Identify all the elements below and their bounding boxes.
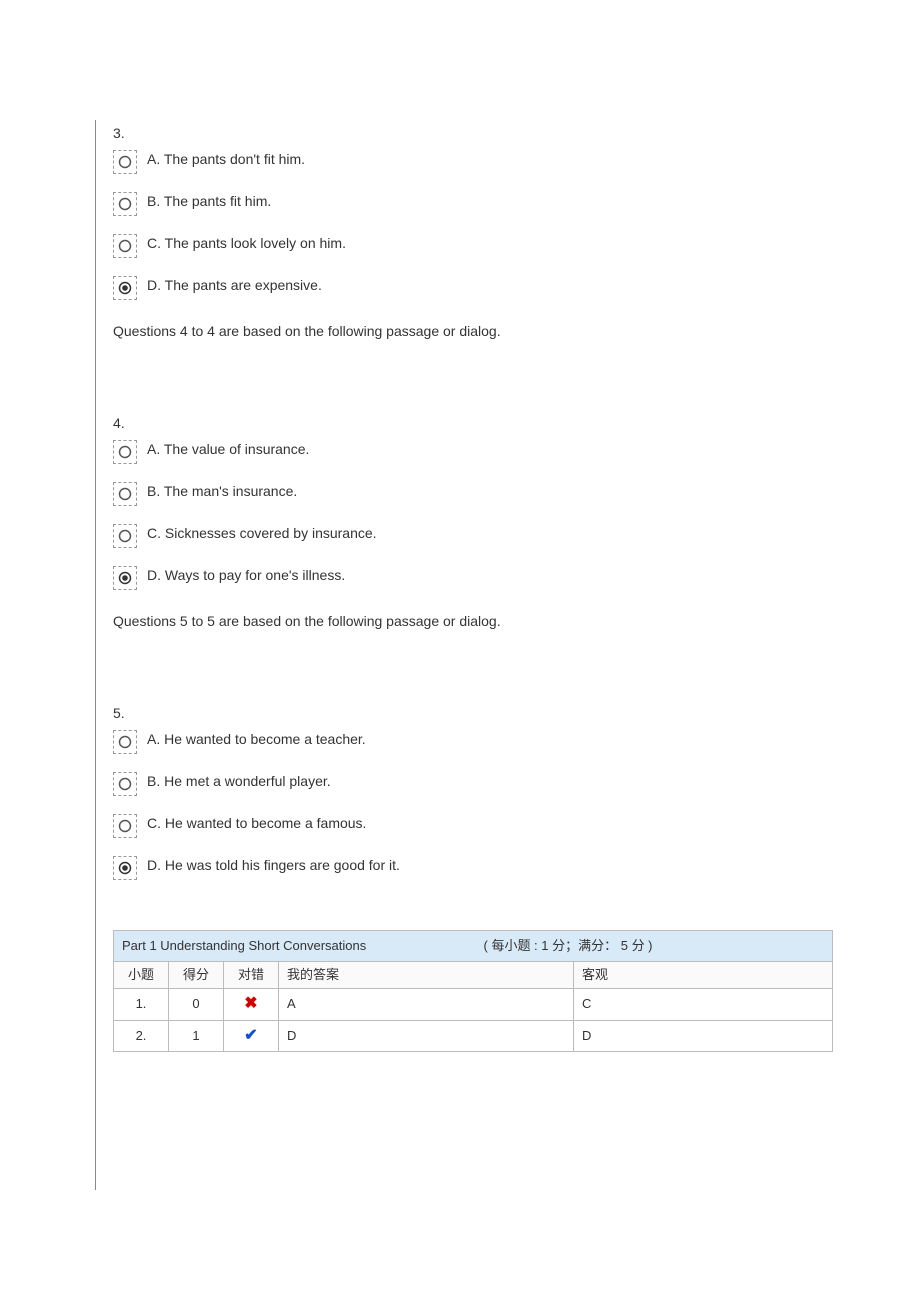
q3-option-a[interactable]: A. The pants don't fit him. [113, 150, 833, 174]
cell-correct: ✔ [224, 1020, 279, 1051]
results-title-left: Part 1 Understanding Short Conversations [122, 938, 366, 953]
q5-option-b[interactable]: B. He met a wonderful player. [113, 772, 833, 796]
passage-note-5: Questions 5 to 5 are based on the follow… [113, 608, 563, 635]
cell-correct: ✖ [224, 989, 279, 1020]
radio-unselected-icon [113, 524, 137, 548]
header-correct: 对错 [224, 962, 279, 989]
radio-selected-icon [113, 276, 137, 300]
questions-content: 3. A. The pants don't fit him. B. The pa… [113, 116, 833, 1052]
option-label: C. The pants look lovely on him. [147, 234, 346, 254]
q5-option-c[interactable]: C. He wanted to become a famous. [113, 814, 833, 838]
radio-selected-icon [113, 566, 137, 590]
radio-unselected-icon [113, 440, 137, 464]
option-label: B. The man's insurance. [147, 482, 297, 502]
cell-score: 1 [169, 1020, 224, 1051]
cell-question: 1. [114, 989, 169, 1020]
passage-note-4: Questions 4 to 4 are based on the follow… [113, 318, 563, 345]
table-row: 1. 0 ✖ A C [114, 989, 833, 1020]
cell-objective: D [574, 1020, 833, 1051]
radio-unselected-icon [113, 772, 137, 796]
radio-unselected-icon [113, 192, 137, 216]
option-label: B. He met a wonderful player. [147, 772, 331, 792]
header-my-answer: 我的答案 [279, 962, 574, 989]
table-row: 2. 1 ✔ D D [114, 1020, 833, 1051]
check-icon: ✔ [244, 1027, 257, 1044]
option-label: C. He wanted to become a famous. [147, 814, 366, 834]
radio-selected-icon [113, 856, 137, 880]
cross-icon: ✖ [244, 995, 257, 1012]
left-margin-rule [95, 120, 96, 1190]
option-label: C. Sicknesses covered by insurance. [147, 524, 377, 544]
header-objective: 客观 [574, 962, 833, 989]
radio-unselected-icon [113, 150, 137, 174]
q3-option-c[interactable]: C. The pants look lovely on him. [113, 234, 833, 258]
option-label: A. The pants don't fit him. [147, 150, 305, 170]
cell-score: 0 [169, 989, 224, 1020]
radio-unselected-icon [113, 234, 137, 258]
option-label: D. He was told his fingers are good for … [147, 856, 400, 876]
q5-option-d[interactable]: D. He was told his fingers are good for … [113, 856, 833, 880]
radio-unselected-icon [113, 482, 137, 506]
cell-objective: C [574, 989, 833, 1020]
option-label: D. Ways to pay for one's illness. [147, 566, 345, 586]
question-number-4: 4. [113, 414, 833, 434]
radio-unselected-icon [113, 814, 137, 838]
q4-option-a[interactable]: A. The value of insurance. [113, 440, 833, 464]
cell-my-answer: D [279, 1020, 574, 1051]
results-title-right: ( 每小题 : 1 分；满分： 5 分 ) [484, 938, 653, 953]
q3-option-b[interactable]: B. The pants fit him. [113, 192, 833, 216]
option-label: D. The pants are expensive. [147, 276, 322, 296]
header-question: 小题 [114, 962, 169, 989]
option-label: A. The value of insurance. [147, 440, 309, 460]
cell-question: 2. [114, 1020, 169, 1051]
question-number-3: 3. [113, 124, 833, 144]
q4-option-d[interactable]: D. Ways to pay for one's illness. [113, 566, 833, 590]
q4-option-c[interactable]: C. Sicknesses covered by insurance. [113, 524, 833, 548]
radio-unselected-icon [113, 730, 137, 754]
cell-my-answer: A [279, 989, 574, 1020]
results-table: Part 1 Understanding Short Conversations… [113, 930, 833, 1052]
q4-option-b[interactable]: B. The man's insurance. [113, 482, 833, 506]
option-label: A. He wanted to become a teacher. [147, 730, 366, 750]
results-header-row: 小题 得分 对错 我的答案 客观 [114, 962, 833, 989]
header-score: 得分 [169, 962, 224, 989]
q3-option-d[interactable]: D. The pants are expensive. [113, 276, 833, 300]
q5-option-a[interactable]: A. He wanted to become a teacher. [113, 730, 833, 754]
option-label: B. The pants fit him. [147, 192, 271, 212]
question-number-5: 5. [113, 704, 833, 724]
results-title-row: Part 1 Understanding Short Conversations… [114, 930, 833, 961]
